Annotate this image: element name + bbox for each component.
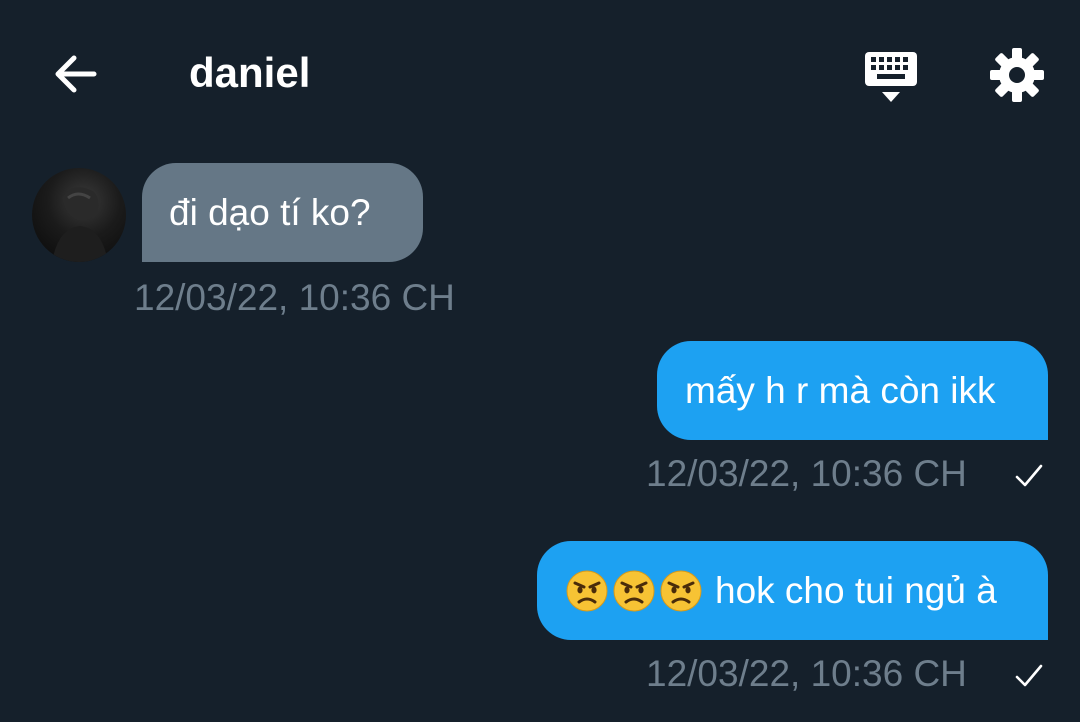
angry-face-icon [613, 570, 655, 611]
message-timestamp: 12/03/22, 10:36 CH [646, 453, 967, 494]
message-bubble-incoming[interactable]: đi dạo tí ko? [142, 163, 423, 262]
message-timestamp: 12/03/22, 10:36 CH [134, 277, 455, 318]
message-bubble-outgoing[interactable]: hok cho tui ngủ à [537, 541, 1048, 640]
angry-face-icon [660, 570, 702, 611]
check-icon [1015, 664, 1043, 687]
keyboard-toggle-button[interactable] [858, 42, 924, 108]
message-timestamp: 12/03/22, 10:36 CH [646, 653, 967, 694]
message-text: hok cho tui ngủ à [715, 569, 997, 611]
angry-face-icon [566, 570, 608, 611]
keyboard-hide-icon [865, 52, 917, 102]
back-button[interactable] [44, 44, 104, 104]
avatar[interactable] [32, 168, 126, 262]
conversation-title: daniel [189, 49, 311, 96]
gear-icon [990, 48, 1044, 102]
avatar-photo-icon [52, 187, 108, 262]
message-text: mấy h r mà còn ikk [685, 369, 996, 411]
settings-button[interactable] [984, 42, 1050, 108]
arrow-left-icon [55, 55, 97, 93]
message-bubble-outgoing[interactable]: mấy h r mà còn ikk [657, 341, 1048, 440]
check-icon [1015, 464, 1043, 487]
message-text: đi dạo tí ko? [169, 191, 371, 233]
